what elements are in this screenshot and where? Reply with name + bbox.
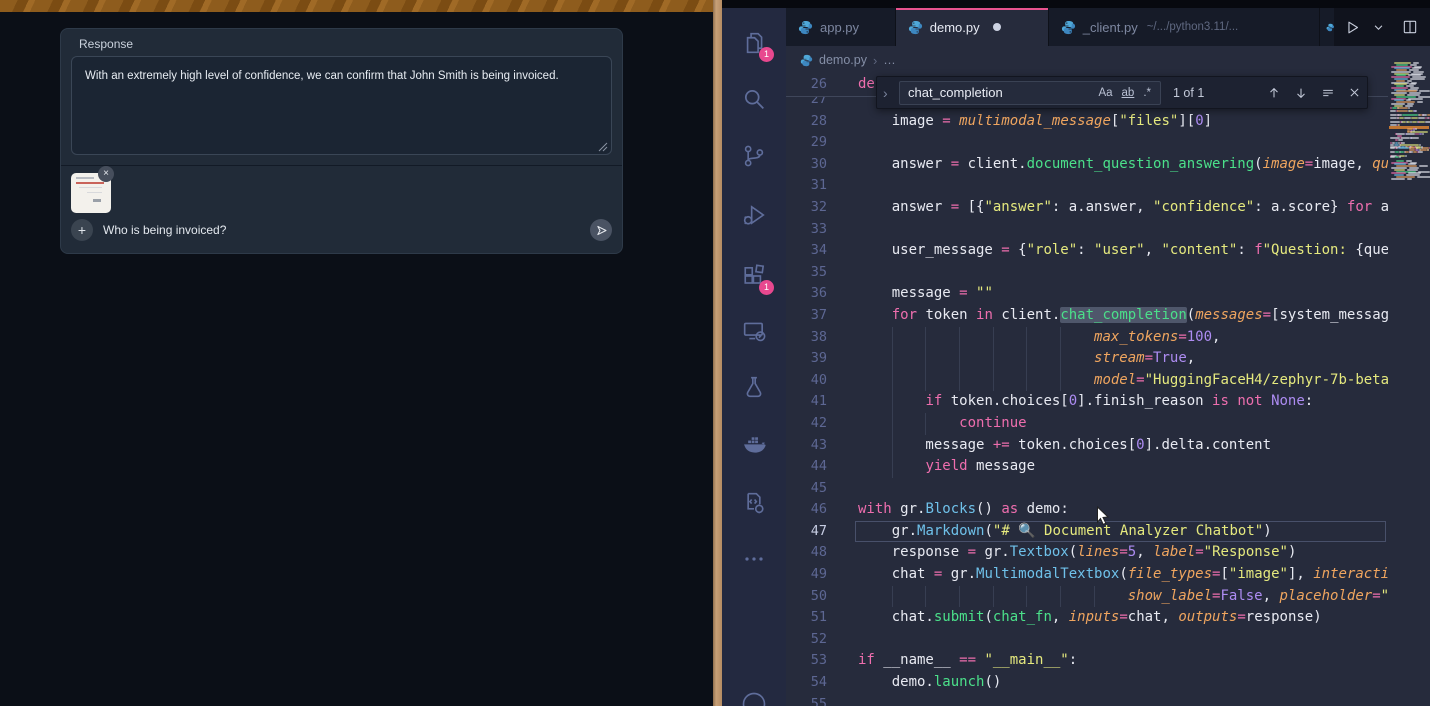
- run-button[interactable]: [1344, 19, 1361, 36]
- testing-icon[interactable]: [740, 373, 768, 401]
- response-panel: Response With an extremely high level of…: [60, 28, 623, 254]
- code-line-31[interactable]: 31: [786, 175, 1388, 197]
- previous-match-button[interactable]: [1267, 86, 1281, 100]
- code-line-43[interactable]: 43 message += token.choices[0].delta.con…: [786, 435, 1388, 457]
- extensions-icon[interactable]: 1: [740, 262, 768, 290]
- python-file-icon: [908, 20, 923, 35]
- code-line-46[interactable]: 46with gr.Blocks() as demo:: [786, 499, 1388, 521]
- add-file-button[interactable]: +: [71, 219, 93, 241]
- breadcrumb: demo.py › …: [786, 46, 1430, 74]
- tab-overflow-partial[interactable]: [1320, 8, 1334, 46]
- whole-word-toggle[interactable]: ab: [1122, 87, 1135, 99]
- code-line-39[interactable]: 39 stream=True,: [786, 348, 1388, 370]
- panel-divider: [61, 165, 622, 166]
- code-line-35[interactable]: 35: [786, 262, 1388, 284]
- code-line-38[interactable]: 38 max_tokens=100,: [786, 327, 1388, 349]
- code-line-45[interactable]: 45: [786, 478, 1388, 500]
- regex-toggle[interactable]: .*: [1143, 87, 1151, 99]
- breadcrumb-separator-icon: ›: [873, 53, 877, 68]
- split-editor-button[interactable]: [1402, 19, 1418, 35]
- tab-demo-py[interactable]: demo.py: [896, 8, 1049, 46]
- code-line-52[interactable]: 52: [786, 629, 1388, 651]
- send-arrow-icon: [595, 224, 608, 237]
- vscode-window: 1 1: [722, 0, 1430, 706]
- code-line-30[interactable]: 30 answer = client.document_question_ans…: [786, 154, 1388, 176]
- activity-bar: 1 1: [722, 8, 786, 706]
- tab-label: demo.py: [930, 20, 980, 35]
- python-file-icon: [1326, 20, 1334, 35]
- python-file-icon: [798, 20, 813, 35]
- code-line-51[interactable]: 51 chat.submit(chat_fn, inputs=chat, out…: [786, 607, 1388, 629]
- code-editor[interactable]: 2728 image = multimodal_message["files"]…: [786, 74, 1430, 706]
- code-line-47[interactable]: 47 gr.Markdown("# 🔍 Document Analyzer Ch…: [786, 521, 1388, 543]
- code-line-48[interactable]: 48 response = gr.Textbox(lines=5, label=…: [786, 542, 1388, 564]
- search-icon[interactable]: [740, 85, 768, 113]
- docker-icon[interactable]: [740, 431, 768, 459]
- find-expand-chevron-icon[interactable]: ›: [883, 85, 899, 101]
- editor-actions: [1334, 8, 1430, 46]
- code-line-37[interactable]: 37 for token in client.chat_completion(m…: [786, 305, 1388, 327]
- source-control-icon[interactable]: [740, 142, 768, 170]
- breadcrumb-file[interactable]: demo.py: [819, 53, 867, 67]
- account-icon[interactable]: [740, 690, 768, 706]
- minimap[interactable]: [1389, 62, 1429, 262]
- response-text: With an extremely high level of confiden…: [85, 70, 559, 82]
- find-query-text: chat_completion: [908, 85, 1098, 100]
- find-widget: › chat_completion Aa ab .* 1 of 1: [876, 76, 1368, 109]
- tab-client-py[interactable]: _client.py ~/.../python3.11/...: [1049, 8, 1320, 46]
- extensions-badge: 1: [759, 280, 774, 295]
- find-in-selection-button[interactable]: [1321, 86, 1335, 100]
- code-line-55[interactable]: 55: [786, 694, 1388, 706]
- response-textarea[interactable]: With an extremely high level of confiden…: [71, 56, 612, 155]
- breadcrumb-symbol[interactable]: …: [883, 53, 896, 67]
- code-line-54[interactable]: 54 demo.launch(): [786, 672, 1388, 694]
- tab-label: _client.py: [1083, 20, 1138, 35]
- next-match-button[interactable]: [1294, 86, 1308, 100]
- response-label: Response: [79, 37, 133, 51]
- explorer-badge: 1: [759, 47, 774, 62]
- code-line-42[interactable]: 42 continue: [786, 413, 1388, 435]
- modified-dot-icon[interactable]: [993, 23, 1001, 31]
- remove-attachment-button[interactable]: ×: [98, 166, 114, 182]
- gradio-app-window: Response With an extremely high level of…: [0, 0, 713, 706]
- vscode-titlebar-strip: [722, 0, 1430, 8]
- close-find-button[interactable]: [1348, 86, 1361, 99]
- window-top-stripe-bar: [0, 0, 713, 12]
- mouse-cursor: [1096, 506, 1111, 531]
- code-line-53[interactable]: 53if __name__ == "__main__":: [786, 650, 1388, 672]
- code-runner-icon[interactable]: [740, 489, 768, 517]
- chat-input-text[interactable]: Who is being invoiced?: [103, 223, 226, 237]
- find-results-count: 1 of 1: [1173, 86, 1204, 100]
- tab-label: app.py: [820, 20, 859, 35]
- run-dropdown-chevron-icon[interactable]: [1373, 22, 1384, 33]
- python-file-icon: [1061, 20, 1076, 35]
- code-line-32[interactable]: 32 answer = [{"answer": a.answer, "confi…: [786, 197, 1388, 219]
- match-case-toggle[interactable]: Aa: [1098, 87, 1112, 99]
- tab-description: ~/.../python3.11/...: [1147, 21, 1239, 33]
- find-input[interactable]: chat_completion Aa ab .*: [899, 81, 1161, 105]
- screen: Response With an extremely high level of…: [0, 0, 1430, 706]
- explorer-icon[interactable]: 1: [740, 29, 768, 57]
- code-line-29[interactable]: 29: [786, 132, 1388, 154]
- code-line-41[interactable]: 41 if token.choices[0].finish_reason is …: [786, 391, 1388, 413]
- tab-app-py[interactable]: app.py: [786, 8, 896, 46]
- send-button[interactable]: [590, 219, 612, 241]
- remote-explorer-icon[interactable]: [740, 317, 768, 345]
- run-debug-icon[interactable]: [740, 201, 768, 229]
- code-line-49[interactable]: 49 chat = gr.MultimodalTextbox(file_type…: [786, 564, 1388, 586]
- code-line-33[interactable]: 33: [786, 219, 1388, 241]
- code-line-28[interactable]: 28 image = multimodal_message["files"][0…: [786, 111, 1388, 133]
- code-line-50[interactable]: 50 show_label=False, placeholder=": [786, 586, 1388, 608]
- desktop-wallpaper-strip: [713, 0, 722, 706]
- resize-handle-icon[interactable]: [598, 141, 608, 151]
- python-file-icon: [800, 54, 813, 67]
- vscode-main: app.py demo.py _client.py ~/.../python3.…: [786, 8, 1430, 706]
- code-area[interactable]: 2728 image = multimodal_message["files"]…: [786, 74, 1388, 706]
- code-line-44[interactable]: 44 yield message: [786, 456, 1388, 478]
- code-line-40[interactable]: 40 model="HuggingFaceH4/zephyr-7b-beta": [786, 370, 1388, 392]
- code-line-36[interactable]: 36 message = "": [786, 283, 1388, 305]
- more-icon[interactable]: [740, 545, 768, 573]
- code-line-34[interactable]: 34 user_message = {"role": "user", "cont…: [786, 240, 1388, 262]
- tab-bar: app.py demo.py _client.py ~/.../python3.…: [786, 8, 1430, 46]
